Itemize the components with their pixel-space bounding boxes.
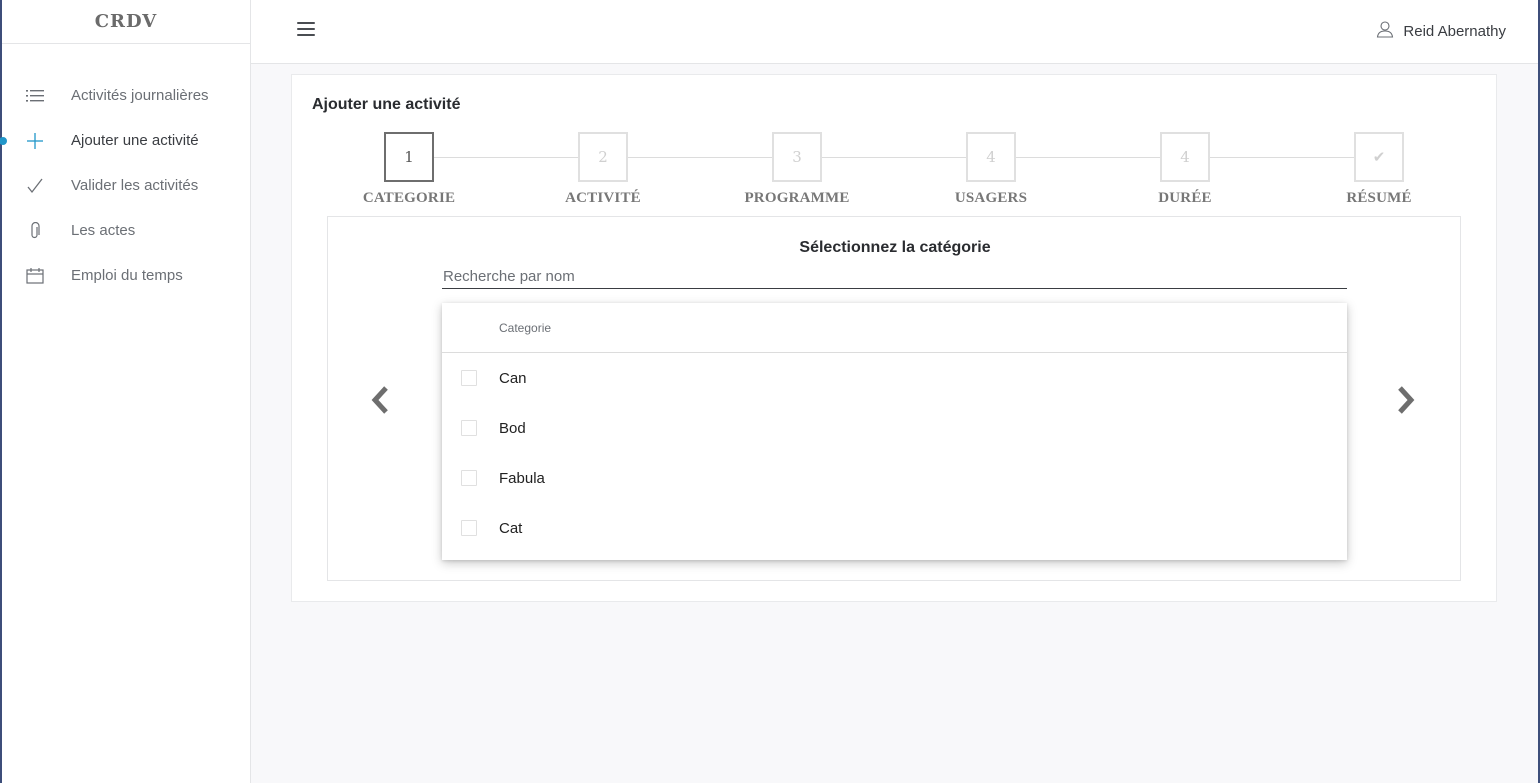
- row-checkbox[interactable]: [461, 420, 477, 436]
- paperclip-icon: [24, 220, 46, 242]
- sidebar-nav: Activités journalières Ajouter une activ…: [0, 73, 250, 298]
- step-number: 4: [966, 132, 1016, 182]
- category-panel: Sélectionnez la catégorie Categorie Can …: [327, 216, 1461, 581]
- sidebar-item-emploi-du-temps[interactable]: Emploi du temps: [2, 253, 250, 298]
- sidebar-item-label: Emploi du temps: [71, 267, 183, 284]
- table-row[interactable]: Bod: [442, 403, 1347, 453]
- step-activite[interactable]: 2 ACTIVITÉ: [533, 132, 673, 207]
- sidebar-item-activites-journalieres[interactable]: Activités journalières: [2, 73, 250, 118]
- column-header-categorie: Categorie: [499, 320, 552, 335]
- table-row[interactable]: Cat: [442, 503, 1347, 553]
- sidebar-item-label: Ajouter une activité: [71, 132, 199, 149]
- stepper: 1 CATEGORIE 2 ACTIVITÉ 3 PROGRAMME 4 USA…: [292, 132, 1498, 212]
- user-icon: [1376, 20, 1394, 43]
- add-activity-card: Ajouter une activité 1 CATEGORIE 2 ACTIV…: [291, 74, 1497, 602]
- row-checkbox[interactable]: [461, 370, 477, 386]
- user-menu[interactable]: Reid Abernathy: [1376, 20, 1506, 43]
- step-usagers[interactable]: 4 USAGERS: [921, 132, 1061, 207]
- list-icon: [24, 85, 46, 107]
- row-label: Can: [499, 369, 527, 387]
- panel-title: Sélectionnez la catégorie: [799, 239, 991, 256]
- row-checkbox[interactable]: [461, 470, 477, 486]
- sidebar-item-ajouter-une-activite[interactable]: Ajouter une activité: [0, 118, 250, 163]
- calendar-icon: [24, 265, 46, 287]
- active-indicator: [0, 136, 7, 145]
- step-label: PROGRAMME: [744, 190, 850, 206]
- sidebar-item-les-actes[interactable]: Les actes: [2, 208, 250, 253]
- top-header: Reid Abernathy: [251, 0, 1538, 64]
- sidebar-item-label: Valider les activités: [71, 177, 199, 194]
- step-number: 1: [384, 132, 434, 182]
- hamburger-menu-icon[interactable]: [297, 22, 315, 38]
- app-logo[interactable]: CRDV: [2, 0, 250, 44]
- step-label: USAGERS: [954, 190, 1028, 206]
- step-check-icon: ✔: [1354, 132, 1404, 182]
- page-title: Ajouter une activité: [312, 96, 461, 113]
- sidebar-item-valider-les-activites[interactable]: Valider les activités: [2, 163, 250, 208]
- category-table: Categorie Can Bod Fabula Cat: [442, 303, 1347, 560]
- step-label: DURÉE: [1158, 190, 1212, 206]
- step-number: 2: [578, 132, 628, 182]
- chevron-left-icon[interactable]: [368, 382, 392, 418]
- step-duree[interactable]: 4 DURÉE: [1115, 132, 1255, 207]
- sidebar-item-label: Activités journalières: [71, 87, 209, 104]
- row-label: Fabula: [499, 469, 545, 487]
- user-name: Reid Abernathy: [1403, 23, 1506, 40]
- step-resume[interactable]: ✔ RÉSUMÉ: [1309, 132, 1449, 207]
- check-icon: [24, 175, 46, 197]
- chevron-right-icon[interactable]: [1394, 382, 1418, 418]
- row-checkbox[interactable]: [461, 520, 477, 536]
- step-programme[interactable]: 3 PROGRAMME: [727, 132, 867, 207]
- step-number: 3: [772, 132, 822, 182]
- search-input[interactable]: [442, 264, 1347, 289]
- plus-icon: [24, 130, 46, 152]
- step-label: ACTIVITÉ: [565, 190, 641, 206]
- step-label: CATEGORIE: [362, 190, 456, 206]
- table-header: Categorie: [442, 303, 1347, 353]
- sidebar-item-label: Les actes: [71, 222, 136, 239]
- step-number: 4: [1160, 132, 1210, 182]
- row-label: Bod: [499, 419, 526, 437]
- sidebar: CRDV Activités journalières Ajouter une …: [0, 0, 251, 783]
- table-row[interactable]: Fabula: [442, 453, 1347, 503]
- table-row[interactable]: Can: [442, 353, 1347, 403]
- step-categorie[interactable]: 1 CATEGORIE: [339, 132, 479, 207]
- row-label: Cat: [499, 519, 523, 537]
- step-label: RÉSUMÉ: [1346, 190, 1412, 206]
